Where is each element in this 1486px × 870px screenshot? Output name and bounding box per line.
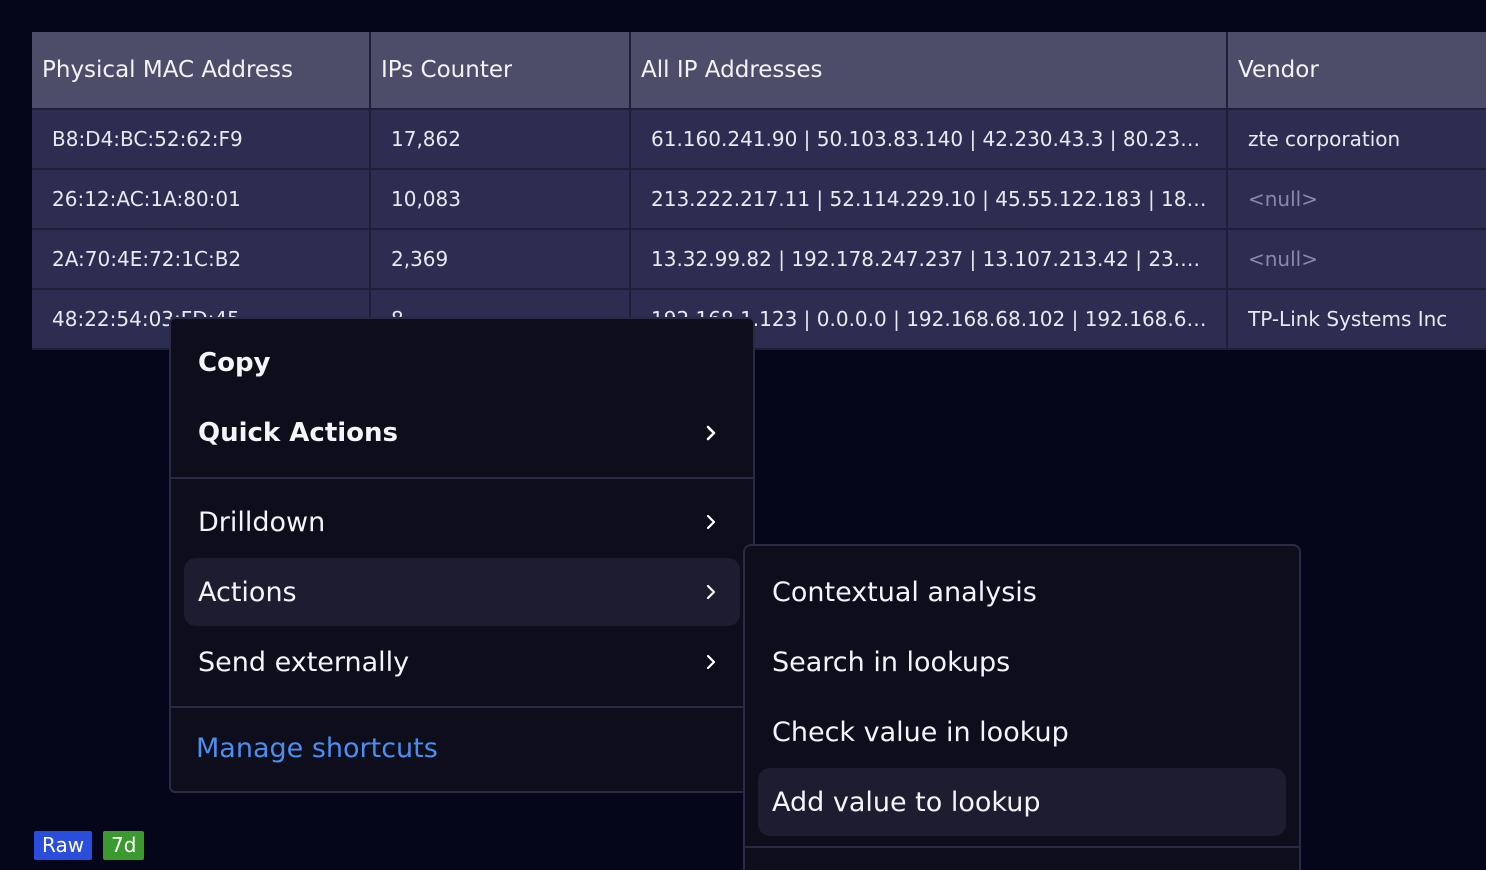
cell-text: 61.160.241.90 | 50.103.83.140 | 42.230.4… — [651, 127, 1208, 151]
column-header-label: Physical MAC Address — [42, 57, 294, 83]
column-header-label: Vendor — [1238, 57, 1319, 83]
submenu-item-check-value-in-lookup[interactable]: Check value in lookup — [758, 698, 1286, 766]
cell-text: 10,083 — [391, 187, 461, 211]
column-header-mac[interactable]: Physical MAC Address — [32, 32, 371, 110]
cell-mac[interactable]: 2A:70:4E:72:1C:B2 — [32, 230, 371, 290]
menu-item-label: Copy — [198, 348, 271, 378]
cell-vendor[interactable]: TP-Link Systems Inc — [1228, 290, 1486, 350]
cell-text: 213.222.217.11 | 52.114.229.10 | 45.55.1… — [651, 187, 1208, 211]
cell-vendor[interactable]: <null> — [1228, 170, 1486, 230]
cell-text: <null> — [1248, 247, 1318, 271]
menu-item-label: Drilldown — [198, 506, 326, 538]
table-row[interactable]: 2A:70:4E:72:1C:B2 2,369 13.32.99.82 | 19… — [32, 230, 1486, 290]
chevron-right-icon — [700, 511, 722, 533]
submenu-item-label: Contextual analysis — [772, 576, 1037, 608]
menu-item-label: Send externally — [198, 646, 410, 678]
table-header: Physical MAC Address IPs Counter All IP … — [32, 32, 1486, 110]
submenu-item-contextual-analysis[interactable]: Contextual analysis — [758, 558, 1286, 626]
cell-vendor[interactable]: <null> — [1228, 230, 1486, 290]
table-row[interactable]: B8:D4:BC:52:62:F9 17,862 61.160.241.90 |… — [32, 110, 1486, 170]
submenu-item-add-value-to-lookup[interactable]: Add value to lookup — [758, 768, 1286, 836]
menu-divider — [171, 706, 753, 708]
menu-item-send-externally[interactable]: Send externally — [184, 628, 740, 696]
column-header-ips-counter[interactable]: IPs Counter — [371, 32, 631, 110]
column-header-label: All IP Addresses — [641, 57, 823, 83]
cell-text: zte corporation — [1248, 127, 1401, 151]
cell-ips[interactable]: 13.32.99.82 | 192.178.247.237 | 13.107.2… — [631, 230, 1228, 290]
cell-text: 2,369 — [391, 247, 449, 271]
submenu-divider — [745, 846, 1299, 848]
cell-ips[interactable]: 213.222.217.11 | 52.114.229.10 | 45.55.1… — [631, 170, 1228, 230]
submenu-item-label: Check value in lookup — [772, 716, 1069, 748]
results-table: Physical MAC Address IPs Counter All IP … — [32, 32, 1486, 350]
context-menu: Copy Quick Actions Drilldown Actions Sen… — [169, 317, 755, 793]
submenu-item-label: Search in lookups — [772, 646, 1011, 678]
cell-text: 17,862 — [391, 127, 461, 151]
cell-text: 2A:70:4E:72:1C:B2 — [52, 247, 242, 271]
submenu-item-label: Add value to lookup — [772, 786, 1041, 818]
menu-item-copy[interactable]: Copy — [184, 329, 740, 397]
cell-ips[interactable]: 61.160.241.90 | 50.103.83.140 | 42.230.4… — [631, 110, 1228, 170]
cell-mac[interactable]: 26:12:AC:1A:80:01 — [32, 170, 371, 230]
chevron-right-icon — [700, 422, 722, 444]
column-header-all-ips[interactable]: All IP Addresses — [631, 32, 1228, 110]
actions-submenu: Contextual analysis Search in lookups Ch… — [743, 544, 1301, 870]
cell-vendor[interactable]: zte corporation — [1228, 110, 1486, 170]
menu-divider — [171, 477, 753, 479]
menu-item-label: Quick Actions — [198, 418, 399, 448]
column-header-label: IPs Counter — [381, 57, 513, 83]
menu-item-quick-actions[interactable]: Quick Actions — [184, 399, 740, 467]
column-header-vendor[interactable]: Vendor — [1228, 32, 1486, 110]
raw-badge[interactable]: Raw — [34, 831, 93, 860]
time-range-badge[interactable]: 7d — [103, 831, 145, 860]
cell-text: B8:D4:BC:52:62:F9 — [52, 127, 243, 151]
menu-item-actions[interactable]: Actions — [184, 558, 740, 626]
cell-text: 13.32.99.82 | 192.178.247.237 | 13.107.2… — [651, 247, 1208, 271]
cell-text: TP-Link Systems Inc — [1248, 307, 1448, 331]
table-row[interactable]: 26:12:AC:1A:80:01 10,083 213.222.217.11 … — [32, 170, 1486, 230]
cell-count[interactable]: 10,083 — [371, 170, 631, 230]
menu-item-drilldown[interactable]: Drilldown — [184, 488, 740, 556]
chevron-right-icon — [700, 651, 722, 673]
manage-shortcuts-link[interactable]: Manage shortcuts — [196, 733, 438, 764]
cell-text: <null> — [1248, 187, 1318, 211]
submenu-item-search-in-lookups[interactable]: Search in lookups — [758, 628, 1286, 696]
screen: Physical MAC Address IPs Counter All IP … — [0, 0, 1486, 870]
chevron-right-icon — [700, 581, 722, 603]
cell-mac[interactable]: B8:D4:BC:52:62:F9 — [32, 110, 371, 170]
cell-count[interactable]: 17,862 — [371, 110, 631, 170]
cell-text: 26:12:AC:1A:80:01 — [52, 187, 241, 211]
cell-count[interactable]: 2,369 — [371, 230, 631, 290]
menu-item-label: Actions — [198, 576, 297, 608]
